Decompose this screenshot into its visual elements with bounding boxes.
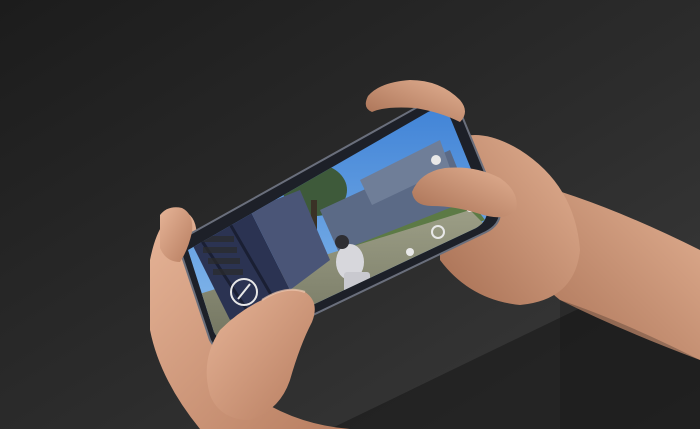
photo-illustration — [0, 0, 700, 429]
photo-scene — [0, 0, 700, 429]
crouch-icon — [406, 248, 414, 256]
map-icon — [431, 155, 441, 165]
